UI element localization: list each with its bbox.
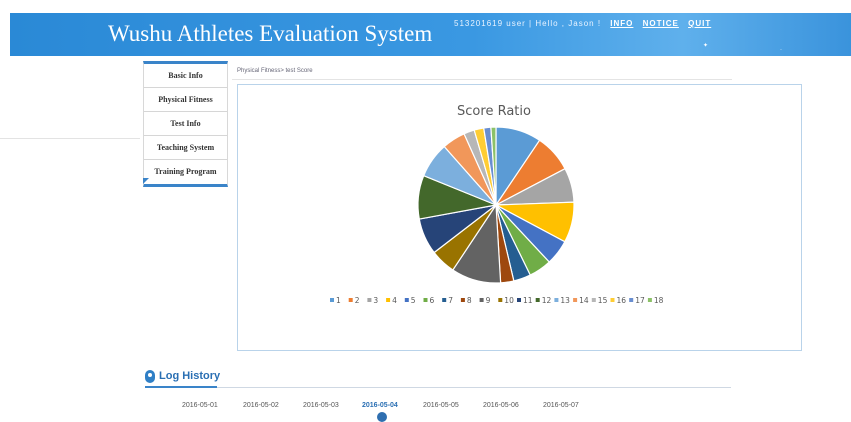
legend-label-16: 16 xyxy=(617,296,627,305)
legend-swatch-2 xyxy=(348,298,353,302)
log-date-item[interactable]: 2016-05-01 xyxy=(182,402,218,409)
sidebar-item-test-info[interactable]: Test Info xyxy=(144,112,227,136)
legend-label-7: 7 xyxy=(448,296,453,305)
breadcrumb: Physical Fitness> test Score xyxy=(237,68,313,74)
legend-label-9: 9 xyxy=(486,296,491,305)
sparkle-icon: · xyxy=(780,47,782,53)
sidebar-nav: Basic Info Physical Fitness Test Info Te… xyxy=(143,61,228,187)
legend-label-12: 12 xyxy=(542,296,552,305)
legend-label-2: 2 xyxy=(355,296,360,305)
legend-label-14: 14 xyxy=(579,296,589,305)
sparkle-icon: ✦ xyxy=(703,43,709,49)
legend-label-10: 10 xyxy=(504,296,514,305)
log-history-icon xyxy=(145,370,155,383)
divider xyxy=(232,79,732,80)
legend-label-1: 1 xyxy=(336,296,341,305)
legend-swatch-9 xyxy=(479,298,484,302)
user-info-bar: 513201619 user | Hello , Jason ! INFO NO… xyxy=(454,19,711,28)
legend-swatch-10 xyxy=(498,298,503,302)
legend-label-5: 5 xyxy=(411,296,416,305)
app-title: Wushu Athletes Evaluation System xyxy=(108,21,433,46)
legend-label-4: 4 xyxy=(392,296,397,305)
log-date-item[interactable]: 2016-05-06 xyxy=(483,402,519,409)
divider xyxy=(0,138,140,139)
sidebar-item-basic-info[interactable]: Basic Info xyxy=(144,64,227,88)
legend-label-15: 15 xyxy=(598,296,608,305)
legend-label-17: 17 xyxy=(635,296,645,305)
legend-swatch-15 xyxy=(591,298,596,302)
legend-swatch-13 xyxy=(554,298,559,302)
log-date-item[interactable]: 2016-05-03 xyxy=(303,402,339,409)
legend-label-18: 18 xyxy=(654,296,664,305)
legend-swatch-16 xyxy=(610,298,615,302)
legend-label-3: 3 xyxy=(373,296,378,305)
legend-swatch-4 xyxy=(386,298,391,302)
log-date-item[interactable]: 2016-05-02 xyxy=(243,402,279,409)
log-date-item[interactable]: 2016-05-05 xyxy=(423,402,459,409)
legend-swatch-17 xyxy=(629,298,634,302)
user-greeting: 513201619 user | Hello , Jason ! xyxy=(454,19,602,28)
chart-title: Score Ratio xyxy=(457,104,531,119)
header-bar: Wushu Athletes Evaluation System 5132016… xyxy=(10,13,851,56)
legend-label-11: 11 xyxy=(523,296,533,305)
active-date-marker-icon xyxy=(377,412,387,422)
legend-swatch-1 xyxy=(330,298,334,302)
legend-swatch-3 xyxy=(367,298,372,302)
legend-label-6: 6 xyxy=(430,296,435,305)
legend-label-8: 8 xyxy=(467,296,472,305)
legend-swatch-18 xyxy=(647,298,652,302)
log-date-item[interactable]: 2016-05-07 xyxy=(543,402,579,409)
legend-swatch-5 xyxy=(404,298,409,302)
info-link[interactable]: INFO xyxy=(610,19,633,28)
quit-link[interactable]: QUIT xyxy=(688,19,711,28)
sidebar-corner-decoration xyxy=(143,178,149,184)
log-title-underline xyxy=(145,386,217,388)
log-date-item-active[interactable]: 2016-05-04 xyxy=(362,402,398,409)
legend-swatch-11 xyxy=(517,298,521,302)
sidebar-item-physical-fitness[interactable]: Physical Fitness xyxy=(144,88,227,112)
log-history-title: Log History xyxy=(159,370,221,382)
legend-swatch-8 xyxy=(460,298,465,302)
legend-swatch-12 xyxy=(535,298,540,302)
sidebar-item-training-program[interactable]: Training Program xyxy=(144,160,227,183)
pie-chart: Score Ratio 1 2 3 4 5 6 7 8 9 10 11 12 13 14 15 16 17 18 xyxy=(330,104,664,305)
legend-swatch-14 xyxy=(573,298,578,302)
legend-swatch-7 xyxy=(442,298,447,302)
legend-label-13: 13 xyxy=(560,296,570,305)
legend-swatch-6 xyxy=(423,298,428,302)
chart-panel: Score Ratio 1 2 3 4 5 6 7 8 9 10 11 12 13 14 15 16 17 18 xyxy=(237,84,802,351)
divider xyxy=(145,387,731,388)
sidebar-item-teaching-system[interactable]: Teaching System xyxy=(144,136,227,160)
notice-link[interactable]: NOTICE xyxy=(643,19,679,28)
